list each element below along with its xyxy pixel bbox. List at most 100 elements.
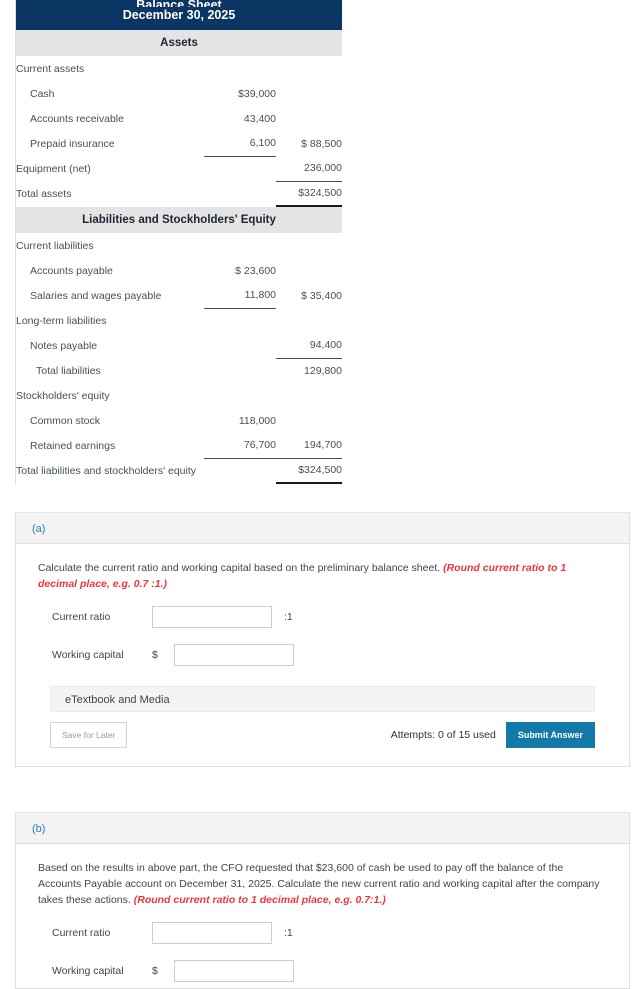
row-label: Total liabilities [36, 364, 101, 377]
table-row: Long-term liabilities [16, 308, 342, 333]
part-b-prompt-hint: (Round current ratio to 1 decimal place,… [133, 894, 386, 906]
liabilities-table: Current liabilities Accounts payable $ 2… [16, 233, 342, 484]
part-a-prompt: Calculate the current ratio and working … [38, 560, 607, 592]
part-b-current-ratio-suffix: :1 [284, 927, 293, 939]
row-col2: 129,800 [304, 364, 342, 377]
table-row: Stockholders' equity [16, 383, 342, 408]
table-row: Salaries and wages payable 11,800 $ 35,4… [16, 283, 342, 309]
part-b-working-capital-input[interactable] [174, 960, 294, 982]
part-a-working-capital-input[interactable] [174, 644, 294, 666]
row-col1 [204, 458, 276, 483]
part-b-working-capital-label: Working capital [52, 965, 124, 977]
row-col2: $324,500 [276, 458, 342, 484]
row-col2 [276, 106, 342, 131]
row-col2: $ 88,500 [301, 137, 342, 150]
row-label: Prepaid insurance [30, 137, 115, 150]
table-row: Prepaid insurance 6,100 $ 88,500 [16, 131, 342, 157]
row-label: Cash [30, 87, 55, 100]
row-col1: $ 23,600 [235, 264, 276, 277]
part-a-prompt-main: Calculate the current ratio and working … [38, 562, 444, 574]
part-a-working-capital-dollar-sign: $ [152, 649, 158, 661]
table-row: Notes payable 94,400 [16, 333, 342, 359]
row-col2 [276, 383, 342, 408]
part-a-working-capital-label: Working capital [52, 649, 124, 661]
assets-section-header: Assets [16, 30, 342, 56]
row-col1 [204, 56, 276, 81]
table-row: Current liabilities [16, 233, 342, 258]
row-col2 [276, 81, 342, 106]
part-a-current-ratio-input[interactable] [152, 606, 272, 628]
row-col2 [276, 408, 342, 433]
submit-answer-button[interactable]: Submit Answer [505, 722, 595, 748]
part-a-header: (a) [16, 512, 629, 544]
part-a-current-ratio-row: Current ratio :1 [52, 604, 607, 630]
row-label: Salaries and wages payable [30, 289, 162, 302]
row-col1 [204, 308, 276, 333]
row-col2 [276, 233, 342, 258]
row-col2: 194,700 [276, 433, 342, 459]
row-col2: $324,500 [276, 181, 342, 207]
row-col1: 6,100 [204, 131, 276, 157]
row-col2 [276, 56, 342, 81]
part-a-actions: Save for Later Attempts: 0 of 15 used Su… [50, 722, 595, 748]
row-col2: 236,000 [276, 156, 342, 182]
row-col1: 11,800 [204, 283, 276, 309]
part-b-current-ratio-label: Current ratio [52, 927, 111, 939]
part-a-card: (a) Calculate the current ratio and work… [15, 512, 630, 767]
part-b-working-capital-row: Working capital $ [52, 958, 607, 984]
row-col2: 94,400 [276, 333, 342, 359]
row-col1: 43,400 [243, 112, 276, 125]
row-label: Current assets [16, 62, 85, 75]
row-col1: 118,000 [238, 414, 276, 427]
row-label: Notes payable [30, 339, 98, 352]
table-row: Retained earnings 76,700 194,700 [16, 433, 342, 459]
table-row: Total liabilities 129,800 [16, 358, 342, 383]
row-label: Long-term liabilities [16, 314, 107, 327]
part-b-body: Based on the results in above part, the … [16, 844, 629, 988]
balance-sheet-title-line2: December 30, 2025 [122, 8, 236, 22]
row-label: Total liabilities and stockholders' equi… [16, 464, 197, 477]
part-b-prompt: Based on the results in above part, the … [38, 860, 607, 908]
row-label: Total assets [16, 187, 72, 200]
row-col1 [204, 383, 276, 408]
row-col2 [276, 308, 342, 333]
save-for-later-button[interactable]: Save for Later [50, 722, 128, 748]
row-col2 [276, 258, 342, 283]
part-a-body: Calculate the current ratio and working … [16, 544, 629, 766]
table-row: Cash $39,000 [16, 81, 342, 106]
balance-sheet-title-line1: Balance Sheet [136, 0, 222, 7]
part-b-card: (b) Based on the results in above part, … [15, 812, 630, 989]
table-row: Common stock 118,000 [16, 408, 342, 433]
row-label: Retained earnings [30, 439, 116, 452]
row-col1: 76,700 [204, 433, 276, 459]
row-label: Accounts receivable [30, 112, 124, 125]
row-label: Current liabilities [16, 239, 94, 252]
table-row: Equipment (net) 236,000 [16, 156, 342, 182]
row-label: Accounts payable [30, 264, 113, 277]
part-a-current-ratio-suffix: :1 [284, 611, 293, 623]
part-b-working-capital-dollar-sign: $ [152, 965, 158, 977]
assets-table: Current assets Cash $39,000 Accounts rec… [16, 56, 342, 207]
part-b-current-ratio-input[interactable] [152, 922, 272, 944]
balance-sheet-header: Balance Sheet December 30, 2025 [16, 0, 342, 30]
row-col1 [204, 333, 276, 358]
attempts-counter: Attempts: 0 of 15 used [390, 729, 496, 741]
liabilities-section-header: Liabilities and Stockholders' Equity [16, 207, 342, 233]
row-col1 [204, 233, 276, 258]
table-row: Total liabilities and stockholders' equi… [16, 458, 342, 484]
row-col1 [204, 156, 276, 181]
row-label: Stockholders' equity [16, 389, 110, 402]
part-a-working-capital-row: Working capital $ [52, 642, 607, 668]
part-b-header: (b) [16, 812, 629, 844]
balance-sheet-card: Balance Sheet December 30, 2025 Assets C… [15, 0, 343, 484]
row-col1: $39,000 [238, 87, 276, 100]
table-row: Accounts receivable 43,400 [16, 106, 342, 131]
table-row: Current assets [16, 56, 342, 81]
part-a-current-ratio-label: Current ratio [52, 611, 111, 623]
row-col1 [204, 181, 276, 206]
table-row: Accounts payable $ 23,600 [16, 258, 342, 283]
etextbook-and-media-bar[interactable]: eTextbook and Media [50, 686, 595, 712]
row-col1 [204, 358, 276, 383]
part-b-current-ratio-row: Current ratio :1 [52, 920, 607, 946]
row-label: Equipment (net) [16, 162, 91, 175]
